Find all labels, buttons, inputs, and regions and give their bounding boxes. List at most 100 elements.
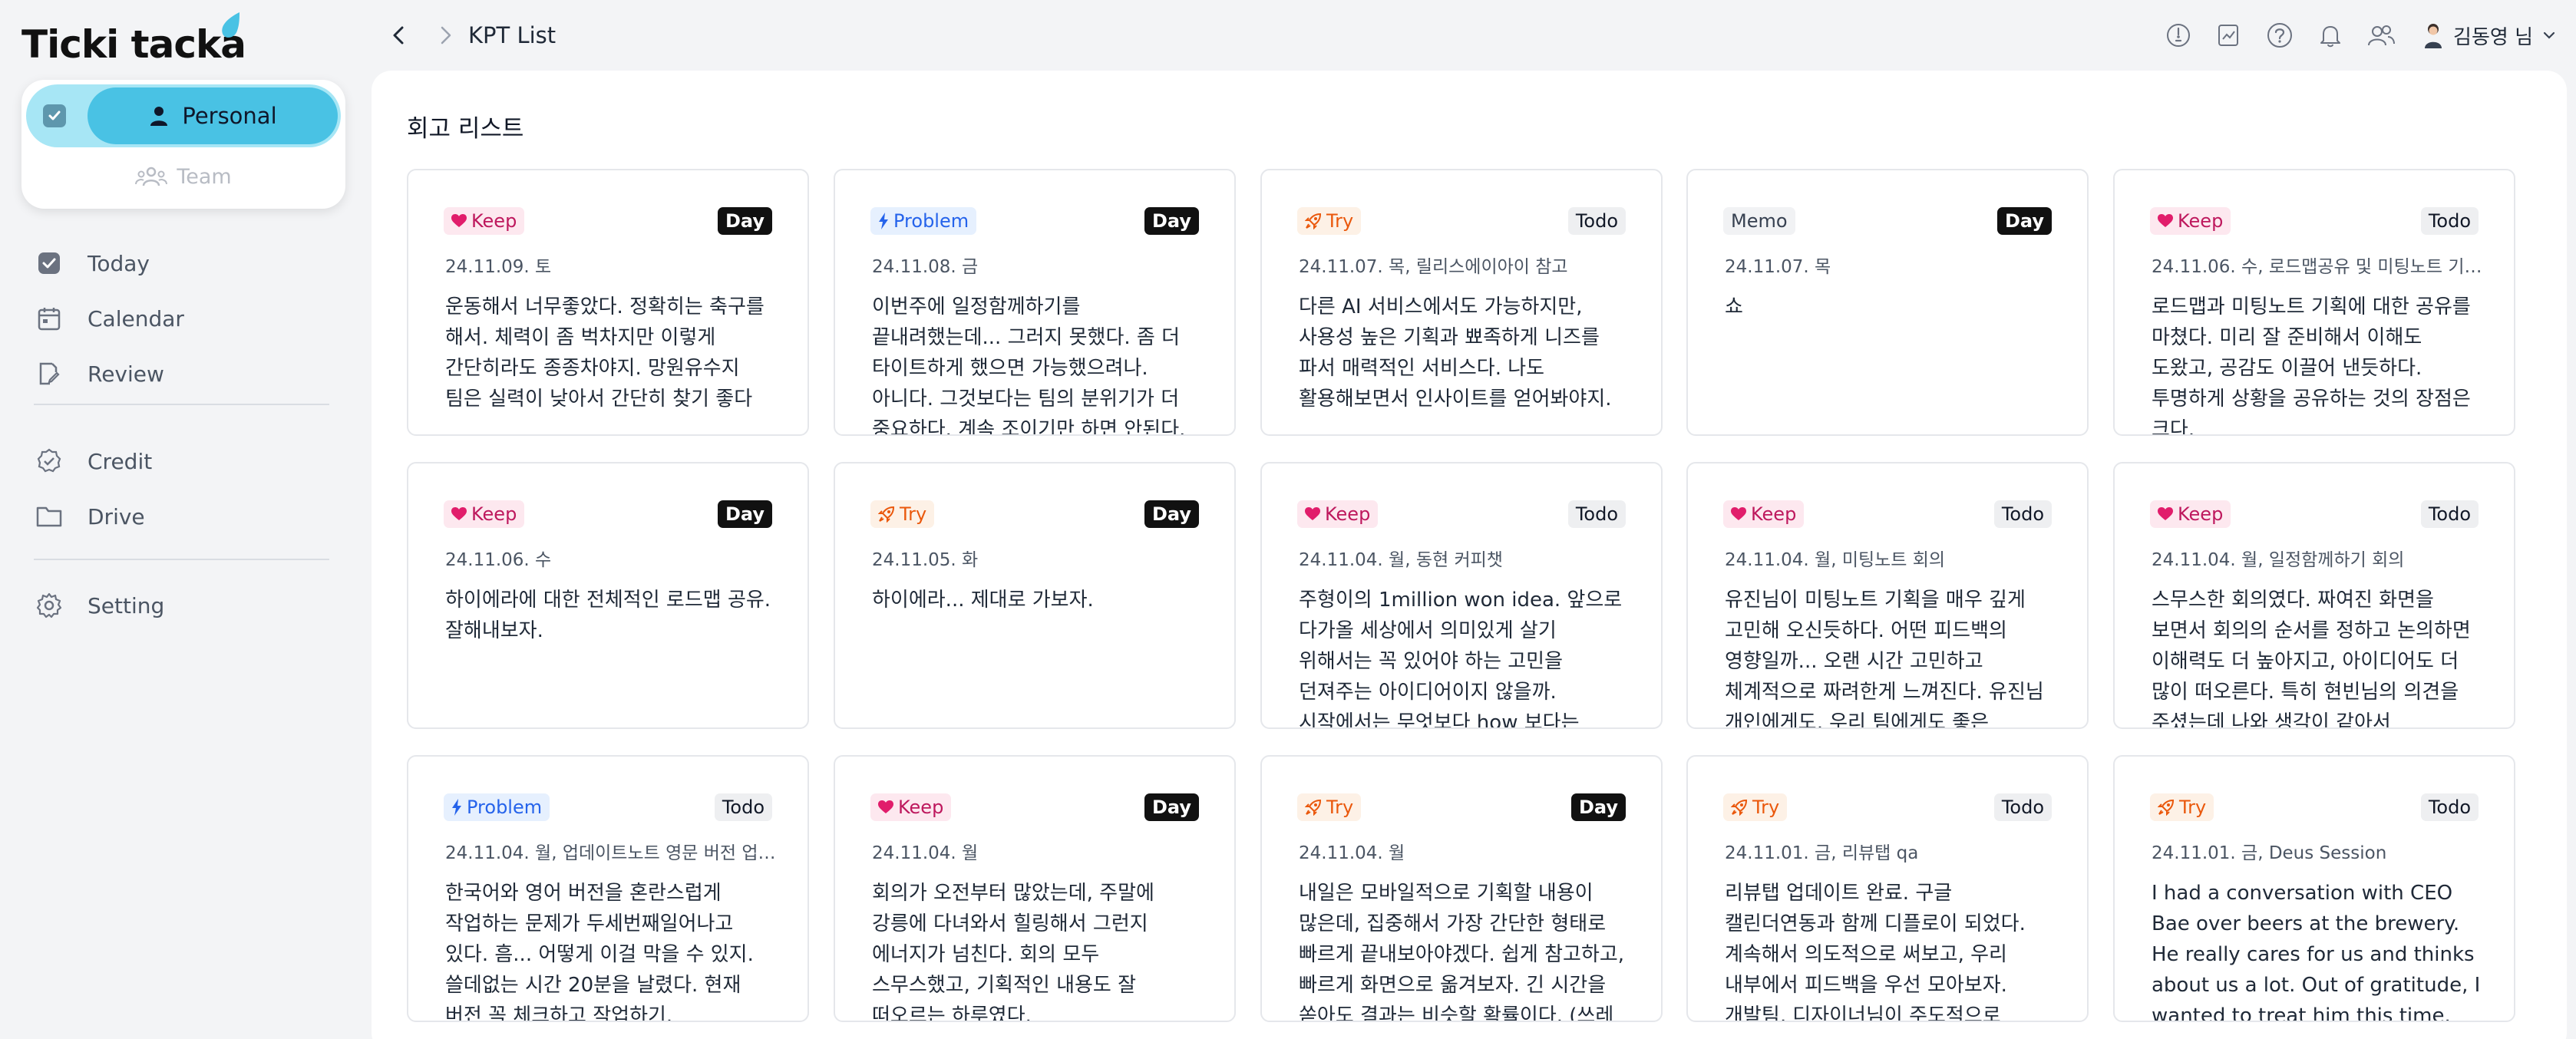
card-body: 이번주에 일정함께하기를 끝내려했는데... 그러지 못했다. 좀 더 타이트하…: [872, 295, 1186, 436]
kpt-card[interactable]: Try Todo 24.11.07. 목, 릴리스에이아이 참고 다른 AI 서비스에…: [1260, 169, 1663, 436]
kpt-card[interactable]: Memo Day 24.11.07. 목쇼: [1686, 169, 2089, 436]
card-type-badge: Todo: [2420, 207, 2479, 235]
kpt-card[interactable]: Keep Day 24.11.04. 월 회의가 오전부터 많았는데, 주말에 강릉에…: [834, 755, 1236, 1022]
card-date: 24.11.04. 월, 일정함께하기 회의: [2152, 550, 2405, 570]
kpt-tag-label: Keep: [471, 210, 517, 232]
kpt-card[interactable]: Keep Todo 24.11.06. 수, 로드맵공유 및 미팅노트 기획... 로…: [2113, 169, 2515, 436]
kpt-card[interactable]: Keep Day 24.11.09. 토 운동해서 너무좋았다. 정확히는 축구를 해…: [407, 169, 809, 436]
team-label: Team: [177, 164, 232, 189]
logo-text: Ticki tacka: [21, 22, 246, 67]
card-date: 24.11.07. 목: [1725, 257, 1831, 277]
chevron-left-icon[interactable]: [384, 20, 414, 51]
rocket-icon: [878, 506, 895, 523]
card-type-badge: Day: [1996, 207, 2052, 235]
section-title: 회고 리스트: [407, 115, 524, 143]
workspace-switch[interactable]: Personal Team: [21, 80, 345, 209]
sidebar-item-drive[interactable]: Drive: [34, 497, 145, 536]
kpt-card[interactable]: Try Day 24.11.04. 월 내일은 모바일적으로 기획할 내용이 많은데,…: [1260, 755, 1663, 1022]
rocket-icon: [1305, 213, 1322, 229]
card-date: 24.11.08. 금: [872, 257, 979, 277]
sidebar-item-label: Drive: [88, 503, 145, 529]
chevron-down-icon: [2543, 31, 2555, 39]
kpt-tag: Keep: [444, 500, 525, 528]
sidebar-item-setting[interactable]: Setting: [34, 586, 164, 625]
bell-icon[interactable]: [2315, 20, 2346, 51]
avatar: [2425, 24, 2442, 48]
kpt-card[interactable]: Keep Todo 24.11.04. 월, 미팅노트 회의 유진님이 미팅노트 기획…: [1686, 462, 2089, 729]
team-button[interactable]: Team: [21, 160, 345, 193]
person-icon: [150, 107, 168, 126]
header-actions: 김동영 님: [2163, 17, 2558, 54]
sidebar-item-label: Calendar: [88, 305, 184, 331]
kpt-tag-label: Problem: [893, 210, 969, 232]
card-body: 스무스한 회의였다. 짜여진 화면을 보면서 회의의 순서를 정하고 논의하면 …: [2152, 589, 2471, 729]
sidebar-item-label: Today: [88, 250, 150, 276]
kpt-card[interactable]: Keep Todo 24.11.04. 월, 동현 커피챗 주형이의 1million…: [1260, 462, 1663, 729]
kpt-card[interactable]: Try Todo 24.11.01. 금, 리뷰탭 qa 리뷰탭 업데이트 완료. 구…: [1686, 755, 2089, 1022]
kpt-tag: Try: [1297, 793, 1362, 821]
personal-label: Personal: [182, 103, 277, 129]
card-date: 24.11.04. 월, 미팅노트 회의: [1725, 550, 1946, 570]
gear-icon: [34, 590, 64, 621]
card-type-badge: Todo: [1567, 207, 1626, 235]
kpt-card[interactable]: Keep Day 24.11.06. 수 하이에라에 대한 전체적인 로드맵 공유. …: [407, 462, 809, 729]
user-name: 김동영 님: [2453, 25, 2533, 49]
lightbulb-icon[interactable]: [2163, 20, 2194, 51]
main-panel: 회고 리스트 Keep Day 24.11.09. 토 운동해서 너무좋았다. 정확히…: [372, 71, 2567, 1039]
card-body: 로드맵과 미팅노트 기획에 대한 공유를 마쳤다. 미리 잘 준비해서 이해도 …: [2152, 295, 2471, 436]
card-body: 유진님이 미팅노트 기획을 매우 깊게 고민해 오신듯하다. 어떤 피드백의 영…: [1725, 589, 2044, 729]
kpt-tag-label: Try: [1752, 797, 1780, 818]
help-icon[interactable]: [2264, 20, 2295, 51]
kpt-card[interactable]: Try Day 24.11.05. 화 하이에라... 제대로 가보자.: [834, 462, 1236, 729]
kpt-tag-label: Try: [900, 503, 927, 525]
kpt-tag: Try: [870, 500, 935, 528]
card-date: 24.11.05. 화: [872, 550, 979, 570]
kpt-tag: Try: [1297, 207, 1362, 235]
kpt-card[interactable]: Problem Day 24.11.08. 금 이번주에 일정함께하기를 끝내려했는데…: [834, 169, 1236, 436]
card-date: 24.11.01. 금, 리뷰탭 qa: [1725, 843, 1919, 863]
logo[interactable]: Ticki tacka: [21, 12, 246, 68]
card-body: 쇼: [1725, 295, 1743, 318]
check-icon[interactable]: [43, 104, 66, 127]
team-icon: [135, 167, 168, 186]
card-type-badge: Todo: [2420, 500, 2479, 528]
kpt-tag: Problem: [444, 793, 550, 821]
sidebar-item-today[interactable]: Today: [34, 244, 150, 282]
people-icon[interactable]: [2366, 20, 2396, 51]
drop-icon: [222, 12, 239, 38]
heart-icon: [878, 800, 893, 814]
card-body: 한국어와 영어 버전을 혼란스럽게 작업하는 문제가 두세번째일어나고 있다. …: [445, 882, 754, 1022]
chart-note-icon[interactable]: [2214, 20, 2244, 51]
chevron-right-icon[interactable]: [430, 20, 461, 51]
sidebar-item-calendar[interactable]: Calendar: [34, 299, 184, 338]
heart-icon: [451, 507, 467, 521]
sidebar-item-label: Credit: [88, 448, 153, 474]
card-date: 24.11.09. 토: [445, 257, 552, 277]
kpt-tag: Memo: [1723, 207, 1795, 235]
kpt-tag-label: Keep: [1325, 503, 1371, 525]
sidebar-item-review[interactable]: Review: [34, 355, 164, 393]
card-body: 회의가 오전부터 많았는데, 주말에 강릉에 다녀와서 힐링해서 그런지 에너지…: [872, 882, 1154, 1022]
personal-button[interactable]: Personal: [88, 87, 338, 144]
kpt-tag-label: Keep: [2178, 210, 2224, 232]
card-type-badge: Todo: [1993, 500, 2052, 528]
rocket-icon: [1305, 799, 1322, 816]
heart-icon: [1731, 507, 1746, 521]
heart-icon: [2158, 214, 2173, 228]
kpt-card[interactable]: Keep Todo 24.11.04. 월, 일정함께하기 회의 스무스한 회의였다.…: [2113, 462, 2515, 729]
sidebar-item-credit[interactable]: Credit: [34, 442, 152, 480]
check-square-icon: [34, 248, 64, 279]
kpt-tag-label: Memo: [1731, 210, 1788, 232]
card-body: 하이에라... 제대로 가보자.: [872, 589, 1094, 612]
card-type-badge: Day: [717, 500, 772, 528]
kpt-tag: Try: [2150, 793, 2214, 821]
kpt-card[interactable]: Problem Todo 24.11.04. 월, 업데이트노트 영문 버전 업로드…: [407, 755, 809, 1022]
card-body: 리뷰탭 업데이트 완료. 구글 캘린더연동과 함께 디플로이 되었다. 계속해서…: [1725, 882, 2026, 1022]
kpt-tag: Keep: [444, 207, 525, 235]
card-type-badge: Todo: [714, 793, 772, 821]
card-type-badge: Day: [1144, 793, 1199, 821]
kpt-card[interactable]: Try Todo 24.11.01. 금, Deus Session I had a …: [2113, 755, 2515, 1022]
user-menu[interactable]: 김동영 님: [2421, 21, 2558, 50]
heart-icon: [1305, 507, 1320, 521]
kpt-tag-label: Keep: [471, 503, 517, 525]
